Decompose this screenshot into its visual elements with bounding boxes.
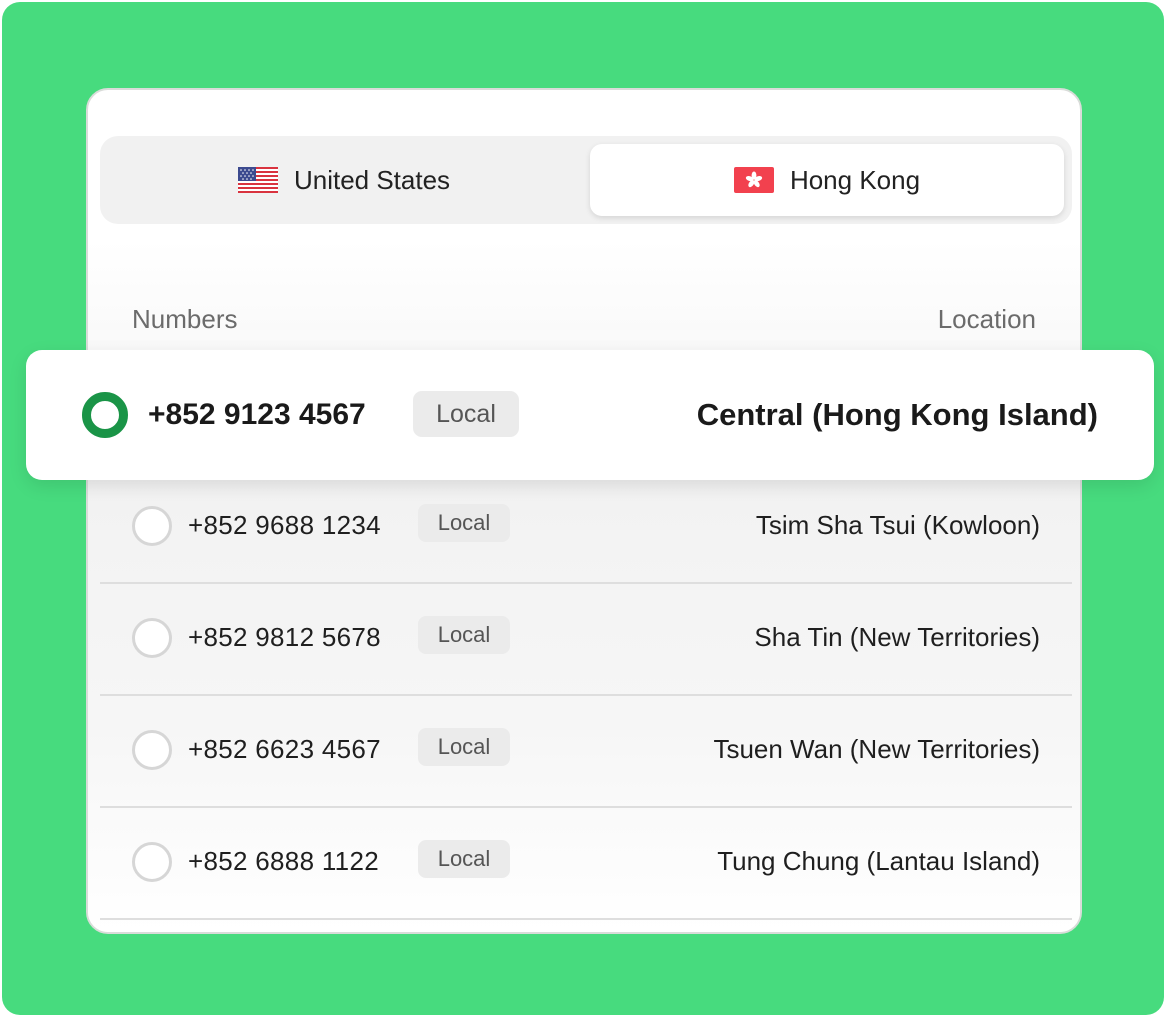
- local-badge: Local: [418, 840, 510, 878]
- list-item[interactable]: +852 6888 1122 Local Tung Chung (Lantau …: [100, 808, 1072, 920]
- phone-number: +852 9123 4567: [148, 398, 366, 431]
- us-flag-icon: [237, 167, 278, 193]
- local-badge: Local: [413, 391, 519, 437]
- radio-button[interactable]: [132, 506, 172, 546]
- tab-label: Hong Kong: [789, 164, 921, 195]
- country-tabs: United States Hong Kong: [100, 136, 1072, 224]
- local-badge: Local: [418, 616, 510, 654]
- phone-number: +852 6623 4567: [188, 734, 381, 764]
- location-text: Tsuen Wan (New Territories): [713, 734, 1040, 764]
- tab-united-states[interactable]: United States: [106, 144, 582, 216]
- location-text: Tung Chung (Lantau Island): [717, 846, 1040, 876]
- phone-number: +852 9812 5678: [188, 622, 381, 652]
- radio-button[interactable]: [132, 730, 172, 770]
- list-item[interactable]: +852 9688 1234 Local Tsim Sha Tsui (Kowl…: [100, 472, 1072, 584]
- phone-number: +852 9688 1234: [188, 510, 381, 540]
- local-badge: Local: [418, 728, 510, 766]
- radio-button-selected[interactable]: [82, 392, 128, 438]
- location-text: Tsim Sha Tsui (Kowloon): [755, 510, 1040, 540]
- tab-hong-kong[interactable]: Hong Kong: [590, 144, 1064, 216]
- location-column-header: Location: [937, 304, 1036, 334]
- selected-number-row[interactable]: +852 9123 4567 Local Central (Hong Kong …: [26, 350, 1154, 480]
- numbers-column-header: Numbers: [132, 304, 238, 334]
- radio-button[interactable]: [132, 842, 172, 882]
- location-text: Central (Hong Kong Island): [696, 397, 1098, 432]
- local-badge: Local: [418, 504, 510, 542]
- location-text: Sha Tin (New Territories): [754, 622, 1040, 652]
- hk-flag-icon: [733, 167, 774, 193]
- list-item[interactable]: +852 9812 5678 Local Sha Tin (New Territ…: [100, 584, 1072, 696]
- tab-label: United States: [293, 164, 451, 195]
- list-item[interactable]: +852 6623 4567 Local Tsuen Wan (New Terr…: [100, 696, 1072, 808]
- phone-number: +852 6888 1122: [188, 846, 379, 876]
- number-picker-card: United States Hong Kong Numbers Location: [86, 88, 1082, 934]
- radio-button[interactable]: [132, 618, 172, 658]
- background-panel: United States Hong Kong Numbers Location: [2, 2, 1164, 1015]
